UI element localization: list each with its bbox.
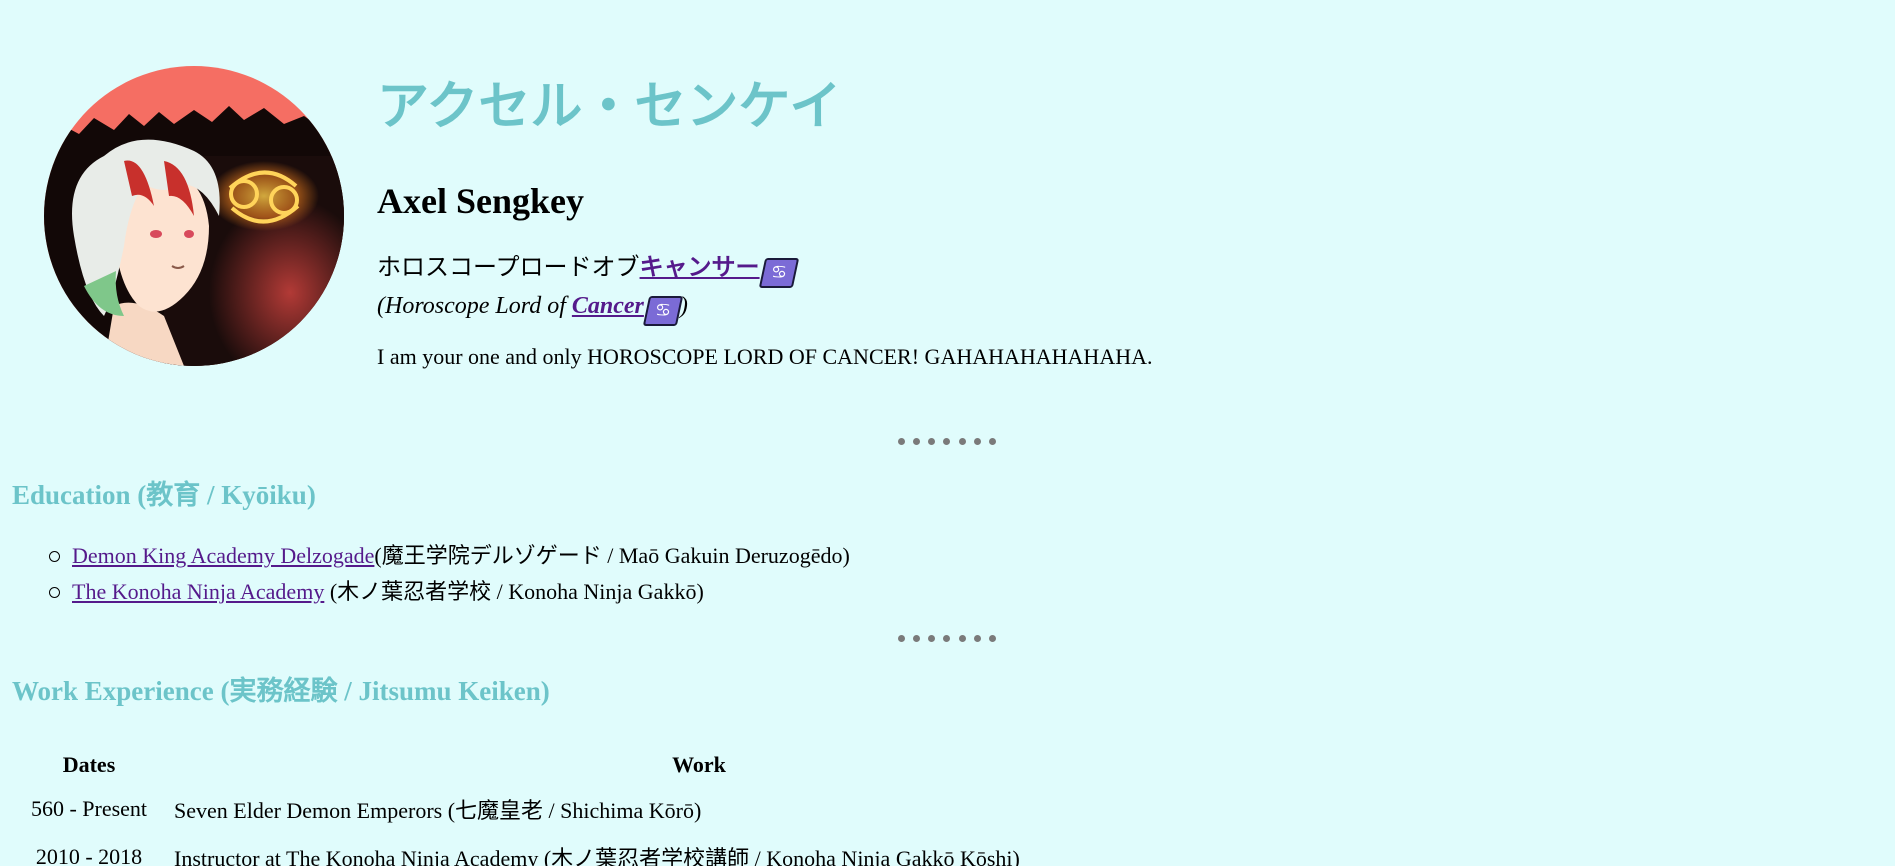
cancer-zodiac-glyph: ♋ [770, 262, 787, 283]
education-heading-jp: 教育 [146, 480, 201, 511]
education-heading-en: Education ( [12, 480, 147, 510]
education-item-jp: 魔王学院デルゾゲード [381, 544, 602, 569]
work-romaji: / Shichima Kōrō) [543, 798, 702, 823]
list-item: The Konoha Ninja Academy (木ノ葉忍者学校 / Kono… [0, 574, 850, 610]
cancer-zodiac-icon: ♋ [758, 258, 799, 288]
education-paren: ( [374, 543, 382, 568]
profile-page: アクセル・センケイ Axel Sengkey ホロスコープロードオブキャンサー ♋… [0, 0, 1895, 866]
work-en: Seven Elder Demon Emperors ( [174, 798, 456, 823]
bio-text: I am your one and only HOROSCOPE LORD OF… [377, 344, 1153, 369]
education-heading: Education (教育 / Kyōiku) [12, 477, 316, 514]
column-header-work: Work [672, 752, 726, 777]
dot-separator [898, 635, 996, 643]
name-japanese: アクセル・センケイ [377, 77, 842, 137]
cancer-link-japanese[interactable]: キャンサー ♋ [639, 253, 799, 288]
work-dates: 560 - Present [30, 796, 148, 821]
dot-separator [898, 438, 996, 446]
work-heading: Work Experience (実務経験 / Jitsumu Keiken) [12, 673, 550, 710]
work-dates: 2010 - 2018 [35, 844, 143, 866]
cancer-link-japanese-label: キャンサー [639, 253, 760, 281]
cancer-zodiac-icon: ♋ [642, 296, 684, 326]
title-english-prefix: (Horoscope Lord of [377, 293, 572, 319]
work-heading-jp: 実務経験 [229, 676, 338, 707]
education-item-jp: 木ノ葉忍者学校 [337, 580, 492, 605]
education-link-konoha[interactable]: The Konoha Ninja Academy [72, 579, 324, 604]
cancer-link-english-label: Cancer [571, 293, 644, 319]
work-description: Instructor at The Konoha Ninja Academy (… [160, 833, 1234, 866]
education-link-delzogade[interactable]: Demon King Academy Delzogade [72, 543, 374, 568]
table-row: 2010 - 2018 Instructor at The Konoha Nin… [18, 833, 1234, 866]
work-heading-romaji: / Jitsumu Keiken) [337, 676, 550, 706]
work-en: Instructor at The Konoha Ninja Academy ( [174, 846, 552, 866]
work-jp: 木ノ葉忍者学校講師 [551, 847, 750, 866]
education-item-romaji: / Maō Gakuin Deruzogēdo) [601, 543, 850, 568]
work-romaji: / Konoha Ninja Gakkō Kōshi) [749, 846, 1020, 866]
avatar [44, 66, 344, 366]
education-item-romaji: / Konoha Ninja Gakkō) [491, 579, 704, 604]
column-header-dates: Dates [62, 752, 116, 777]
name-english: Axel Sengkey [377, 181, 584, 221]
work-description: Seven Elder Demon Emperors (七魔皇老 / Shich… [160, 785, 1234, 833]
list-item: Demon King Academy Delzogade(魔王学院デルゾゲード … [0, 538, 850, 574]
work-table: Dates Work 560 - Present Seven Elder Dem… [18, 745, 1234, 866]
title-japanese: ホロスコープロードオブキャンサー ♋ [377, 250, 799, 288]
education-heading-romaji: / Kyōiku) [200, 480, 316, 510]
cancer-zodiac-glyph: ♋ [654, 300, 671, 321]
work-heading-en: Work Experience ( [12, 676, 230, 706]
work-jp: 七魔皇老 [455, 799, 544, 824]
education-paren: ( [324, 579, 338, 604]
character-portrait-avatar [44, 66, 344, 366]
table-header-row: Dates Work [18, 745, 1234, 785]
title-japanese-prefix: ホロスコープロードオブ [377, 253, 640, 281]
cancer-link-english[interactable]: Cancer ♋ [571, 293, 684, 326]
education-list: Demon King Academy Delzogade(魔王学院デルゾゲード … [0, 538, 850, 610]
table-row: 560 - Present Seven Elder Demon Emperors… [18, 785, 1234, 833]
title-english: (Horoscope Lord of Cancer ♋) [377, 290, 688, 326]
